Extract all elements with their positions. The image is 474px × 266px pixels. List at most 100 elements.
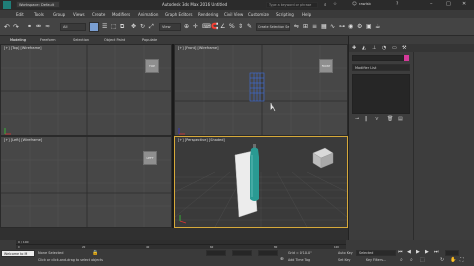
menu-views[interactable]: Views (73, 12, 85, 17)
bind-space-warp-icon[interactable]: ≈ (45, 23, 50, 30)
rotate-icon[interactable]: ↻ (140, 23, 145, 30)
maximize-icon[interactable]: □ (446, 1, 451, 7)
maxscript-listener[interactable]: Welcome to M (1, 250, 35, 257)
menu-edit[interactable]: Edit (16, 12, 24, 17)
rectangular-selection-icon[interactable]: ⬚ (111, 23, 117, 30)
configure-modifier-sets-icon[interactable]: ▤ (398, 116, 403, 122)
snaps-toggle-icon[interactable]: 🧲 (211, 23, 218, 30)
menu-help[interactable]: Help (302, 12, 311, 17)
curve-editor-icon[interactable]: ∿ (330, 23, 335, 30)
redo-icon[interactable]: ↷ (13, 23, 19, 31)
menu-modifiers[interactable]: Modifiers (112, 12, 130, 17)
named-selection-sets-dropdown[interactable]: Create Selection Se (256, 23, 290, 31)
time-tag-icon[interactable]: ⊕ (280, 257, 284, 262)
align-icon[interactable]: ⊞ (303, 23, 308, 30)
set-key-label[interactable]: Set Key (338, 258, 350, 262)
user-icon[interactable]: ☺ (352, 2, 357, 7)
maximize-viewport-icon[interactable]: ⛶ (460, 257, 464, 263)
viewport-perspective[interactable]: [+] [Perspective] [Shaded] (174, 136, 348, 228)
layer-manager-icon[interactable]: ≡ (312, 23, 317, 30)
viewcube-front[interactable]: FRONT (319, 59, 333, 73)
zoom-extents-icon[interactable]: ⬚ (420, 257, 425, 263)
zoom-all-icon[interactable]: ⌕ (410, 257, 413, 263)
viewport-label[interactable]: [+] [Top] [Wireframe] (4, 46, 42, 50)
motion-tab-icon[interactable]: ◔ (382, 45, 386, 51)
object-color-swatch[interactable] (404, 55, 409, 61)
viewport-front[interactable]: [+] [Front] [Wireframe] FRONT (174, 44, 348, 136)
play-icon[interactable]: ▶ (416, 249, 420, 255)
tab-modeling[interactable]: Modeling (10, 38, 26, 42)
utilities-tab-icon[interactable]: ⚒ (402, 45, 406, 51)
pin-stack-icon[interactable]: ⊸ (355, 116, 359, 122)
star-icon[interactable]: ☆ (333, 2, 337, 7)
tab-freeform[interactable]: Freeform (40, 38, 56, 42)
app-logo-icon[interactable] (3, 1, 11, 9)
menu-graph-editors[interactable]: Graph Editors (165, 12, 192, 17)
viewport-label[interactable]: [+] [Left] [Wireframe] (4, 138, 42, 142)
workspace-dropdown[interactable]: Workspace: Default (16, 1, 60, 8)
object-name-field[interactable] (352, 55, 404, 61)
menu-customize[interactable]: Customize (248, 12, 269, 17)
angle-snap-icon[interactable]: ∠ (220, 23, 225, 30)
modifier-list-dropdown[interactable]: Modifier List (352, 64, 410, 71)
search-input[interactable]: Type a keyword or phrase (266, 1, 318, 8)
tab-populate[interactable]: Populate (142, 38, 157, 42)
viewport-label[interactable]: [+] [Perspective] [Shaded] (178, 138, 225, 142)
hierarchy-tab-icon[interactable]: ⊥ (372, 45, 376, 51)
z-coordinate-field[interactable] (258, 250, 278, 256)
schematic-view-icon[interactable]: ⊶ (339, 23, 345, 30)
undo-icon[interactable]: ↶ (4, 23, 10, 31)
viewport-left[interactable]: [+] [Left] [Wireframe] LEFT (0, 136, 172, 228)
tab-selection[interactable]: Selection (73, 38, 89, 42)
move-icon[interactable]: ✥ (131, 23, 136, 30)
zoom-icon[interactable]: ⌕ (400, 257, 403, 263)
current-frame-field[interactable] (445, 250, 459, 256)
create-tab-icon[interactable]: ✚ (352, 45, 356, 51)
scale-icon[interactable]: ⤢ (149, 23, 154, 31)
orbit-icon[interactable]: ↻ (440, 257, 444, 263)
viewport-top[interactable]: [+] [Top] [Wireframe] TOP (0, 44, 172, 136)
viewport-label[interactable]: [+] [Front] [Wireframe] (178, 46, 218, 50)
menu-tools[interactable]: Tools (34, 12, 44, 17)
go-to-start-icon[interactable]: ⏮ (398, 249, 403, 255)
tab-object-paint[interactable]: Object Paint (104, 38, 125, 42)
auto-key-label[interactable]: Auto Key (338, 251, 353, 255)
user-name[interactable]: rawlsb (359, 2, 371, 6)
material-editor-icon[interactable]: ◉ (348, 23, 353, 30)
menu-create[interactable]: Create (92, 12, 105, 17)
previous-frame-icon[interactable]: ◀ (407, 249, 411, 255)
select-by-name-icon[interactable]: ☰ (102, 23, 107, 30)
render-production-icon[interactable]: ☕ (375, 23, 380, 30)
percent-snap-icon[interactable]: % (229, 23, 235, 30)
menu-civil-view[interactable]: Civil View (224, 12, 243, 17)
mirror-icon[interactable]: ⇋ (294, 23, 299, 30)
show-end-result-icon[interactable]: ‖ (365, 116, 368, 122)
selected-dropdown[interactable]: Selected (356, 250, 396, 256)
viewcube-left[interactable]: LEFT (143, 151, 157, 165)
minimize-icon[interactable]: – (430, 1, 433, 7)
selection-filter-dropdown[interactable]: All (60, 23, 86, 31)
menu-group[interactable]: Group (53, 12, 65, 17)
make-unique-icon[interactable]: ⋎ (375, 116, 379, 122)
menu-scripting[interactable]: Scripting (276, 12, 294, 17)
go-to-end-icon[interactable]: ⏭ (434, 249, 439, 255)
key-filters-button[interactable]: Key Filters... (366, 258, 386, 262)
select-object-button[interactable] (89, 22, 99, 32)
pan-icon[interactable]: ✋ (450, 257, 456, 263)
track-bar[interactable]: 0 20 40 60 80 100 (16, 244, 346, 249)
reference-coordinate-dropdown[interactable]: View (159, 23, 181, 31)
menu-rendering[interactable]: Rendering (198, 12, 218, 17)
viewcube-top[interactable]: TOP (145, 59, 159, 73)
lock-selection-icon[interactable]: 🔒 (92, 250, 98, 256)
keyboard-shortcut-icon[interactable]: ⌨ (202, 23, 211, 30)
add-time-tag[interactable]: Add Time Tag (288, 258, 310, 262)
help-icon[interactable]: ? (396, 2, 398, 7)
link-icon[interactable]: ⚭ (27, 23, 32, 30)
remove-modifier-icon[interactable]: 🗑 (387, 116, 393, 122)
modifier-stack[interactable] (352, 74, 410, 114)
y-coordinate-field[interactable] (232, 250, 252, 256)
pivot-center-icon[interactable]: ⊕ (184, 23, 189, 30)
next-frame-icon[interactable]: ▶ (425, 249, 429, 255)
close-icon[interactable]: ✕ (462, 1, 466, 7)
menu-animation[interactable]: Animation (138, 12, 158, 17)
